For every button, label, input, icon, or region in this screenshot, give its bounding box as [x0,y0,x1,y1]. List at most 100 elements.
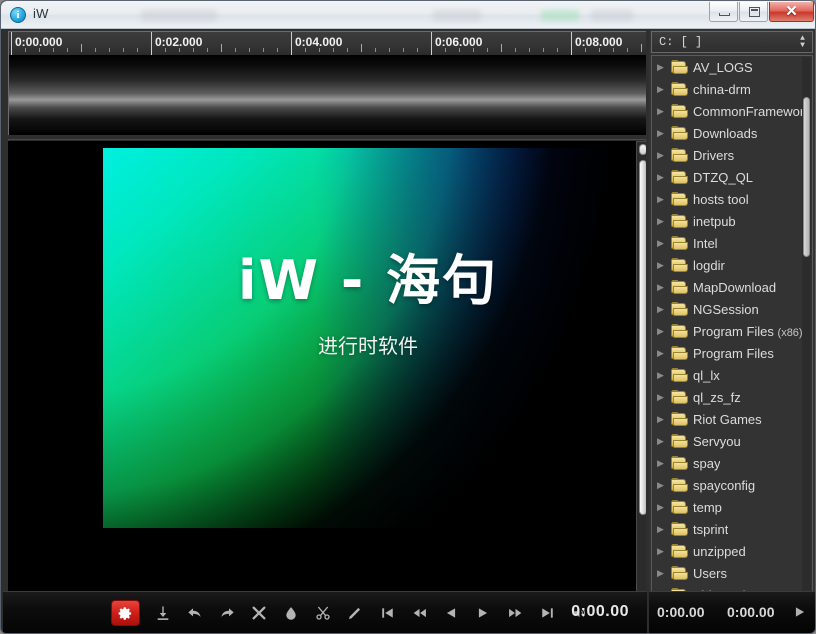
play-backward-button[interactable] [436,598,466,628]
tick-line [11,32,12,55]
fast-forward-button[interactable] [500,598,530,628]
timeline-ruler[interactable]: 0:00.000 0:02.000 0:04.000 0:06.000 0:08… [8,31,646,55]
close-button[interactable]: ✕ [769,2,814,22]
expand-triangle-icon[interactable]: ▶ [657,546,671,557]
expand-triangle-icon[interactable]: ▶ [657,304,671,315]
expand-triangle-icon[interactable]: ▶ [657,128,671,139]
maximize-button[interactable] [739,2,768,22]
expand-triangle-icon[interactable]: ▶ [657,502,671,513]
folder-icon [671,544,688,558]
tree-row[interactable]: ▶ ql_zs_fz [652,386,812,408]
delete-button[interactable] [244,598,274,628]
drive-select[interactable]: C: [ ] ▲ ▼ [651,31,813,53]
tree-row[interactable]: ▶ ql_lx [652,364,812,386]
expand-triangle-icon[interactable]: ▶ [657,480,671,491]
expand-triangle-icon[interactable]: ▶ [657,524,671,535]
video-stage: iW - 海句 进行时软件 [8,141,646,596]
scrollbar-cap[interactable] [639,144,646,155]
tree-row[interactable]: ▶ CommonFramework [652,100,812,122]
tree-row[interactable]: ▶ Intel [652,232,812,254]
expand-triangle-icon[interactable]: ▶ [657,568,671,579]
expand-triangle-icon[interactable]: ▶ [657,216,671,227]
tree-row-label: unzipped [693,543,746,559]
video-frame[interactable]: iW - 海句 进行时软件 [103,148,633,528]
expand-triangle-icon[interactable]: ▶ [657,282,671,293]
folder-icon [671,280,688,294]
expand-triangle-icon[interactable]: ▶ [657,260,671,271]
chevron-updown-icon[interactable]: ▲ ▼ [797,35,808,50]
tree-row-label: MapDownload [693,279,777,295]
redo-button[interactable] [212,598,242,628]
folder-icon [671,214,688,228]
expand-triangle-icon[interactable]: ▶ [657,84,671,95]
tree-row[interactable]: ▶ inetpub [652,210,812,232]
blur-button[interactable] [276,598,306,628]
tree-vertical-scrollbar[interactable] [802,57,811,594]
expand-triangle-icon[interactable]: ▶ [657,106,671,117]
expand-triangle-icon[interactable]: ▶ [657,194,671,205]
ruler-minor-tick [375,48,376,52]
skip-end-button[interactable] [532,598,562,628]
tree-row[interactable]: ▶ NGSession [652,298,812,320]
tree-row-label: spayconfig [693,477,756,493]
tree-row[interactable]: ▶ tsprint [652,518,812,540]
expand-triangle-icon[interactable]: ▶ [657,414,671,425]
tree-row[interactable]: ▶ logdir [652,254,812,276]
tree-row[interactable]: ▶ Drivers [652,144,812,166]
play-button[interactable] [468,598,498,628]
tree-row[interactable]: ▶ Riot Games [652,408,812,430]
expand-triangle-icon[interactable]: ▶ [657,238,671,249]
ruler-minor-tick [361,44,362,52]
info-icon: i [10,7,26,23]
folder-icon [671,478,688,492]
minimize-button[interactable] [709,2,738,22]
expand-triangle-icon[interactable]: ▶ [657,326,671,337]
scrollbar-thumb[interactable] [639,160,646,515]
pen-button[interactable] [340,598,370,628]
tree-row[interactable]: ▶ DTZQ_QL [652,166,812,188]
track-strip[interactable] [8,55,646,135]
tree-row[interactable]: ▶ AV_LOGS [652,56,812,78]
ruler-minor-tick [501,44,502,52]
rewind-button[interactable] [404,598,434,628]
tree-row[interactable]: ▶ spayconfig [652,474,812,496]
expand-triangle-icon[interactable]: ▶ [657,150,671,161]
tree-row[interactable]: ▶ Program Files (x86) [652,320,812,342]
video-title-text: iW - 海句 [237,249,499,312]
expand-triangle-icon[interactable]: ▶ [657,458,671,469]
tree-row[interactable]: ▶ temp [652,496,812,518]
tree-row-label: Intel [693,235,718,251]
expand-triangle-icon[interactable]: ▶ [657,370,671,381]
import-button[interactable] [148,598,178,628]
ruler-minor-tick [137,48,138,52]
ruler-minor-tick [67,48,68,52]
tree-row[interactable]: ▶ Program Files [652,342,812,364]
cut-button[interactable] [308,598,338,628]
expand-triangle-icon[interactable]: ▶ [657,348,671,359]
tick-line [151,32,152,55]
scrollbar-thumb[interactable] [803,97,810,257]
tree-row-label: spay [693,455,721,471]
expand-triangle-icon[interactable]: ▶ [657,62,671,73]
tree-row[interactable]: ▶ china-drm [652,78,812,100]
tree-row[interactable]: ▶ Downloads [652,122,812,144]
expand-triangle-icon[interactable]: ▶ [657,436,671,447]
ruler-minor-tick [473,48,474,52]
tree-row[interactable]: ▶ hosts tool [652,188,812,210]
tree-row[interactable]: ▶ Users [652,562,812,584]
tree-row[interactable]: ▶ unzipped [652,540,812,562]
tree-row[interactable]: ▶ spay [652,452,812,474]
ruler-minor-tick [235,48,236,52]
status-play-button[interactable] [793,605,807,624]
tree-row-label: Users [693,565,727,581]
stage-vertical-scrollbar[interactable] [636,141,646,596]
folder-tree[interactable]: ▶ AV_LOGS ▶ china-drm ▶ CommonFramework ▶ Downl… [651,55,813,595]
skip-start-button[interactable] [372,598,402,628]
undo-button[interactable] [180,598,210,628]
tree-row[interactable]: ▶ Servyou [652,430,812,452]
settings-gear-button[interactable] [111,600,140,626]
expand-triangle-icon[interactable]: ▶ [657,172,671,183]
ruler-minor-tick [319,48,320,52]
tree-row[interactable]: ▶ MapDownload [652,276,812,298]
expand-triangle-icon[interactable]: ▶ [657,392,671,403]
